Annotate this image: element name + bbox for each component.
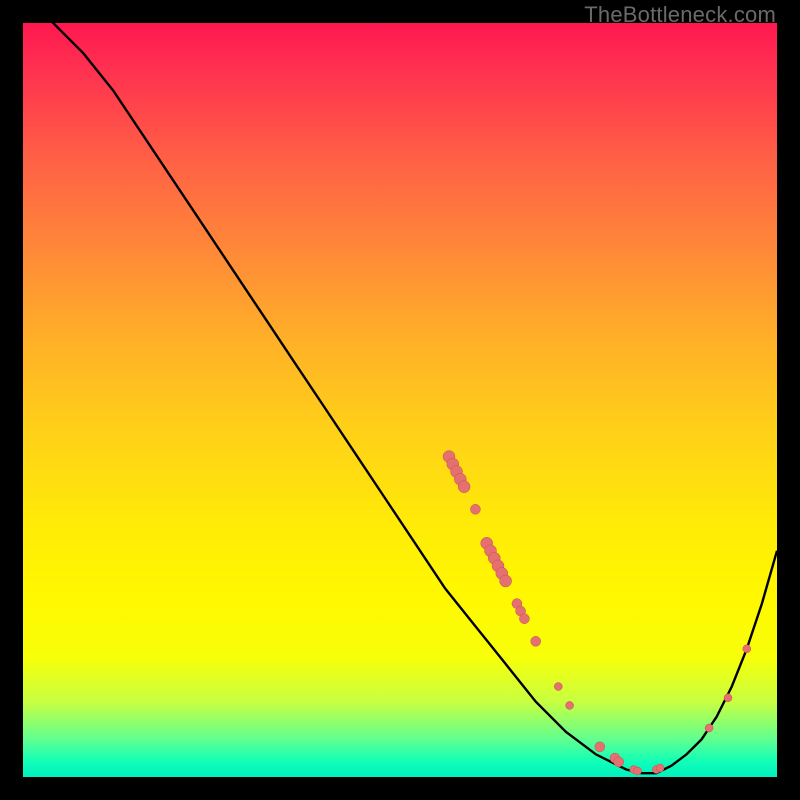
sample-point — [656, 764, 664, 772]
bottleneck-sample-points — [443, 451, 751, 775]
sample-point — [531, 636, 541, 646]
sample-point — [724, 694, 732, 702]
bottleneck-curve-line — [23, 23, 777, 773]
chart-plot-area — [23, 23, 777, 777]
sample-point — [519, 614, 529, 624]
sample-point — [554, 683, 562, 691]
sample-point — [743, 645, 751, 653]
sample-point — [634, 767, 642, 775]
sample-point — [705, 724, 713, 732]
sample-point — [500, 575, 512, 587]
chart-svg-overlay — [23, 23, 777, 777]
sample-point — [614, 757, 624, 767]
sample-point — [458, 481, 470, 493]
sample-point — [595, 742, 605, 752]
sample-point — [566, 701, 574, 709]
sample-point — [470, 504, 480, 514]
